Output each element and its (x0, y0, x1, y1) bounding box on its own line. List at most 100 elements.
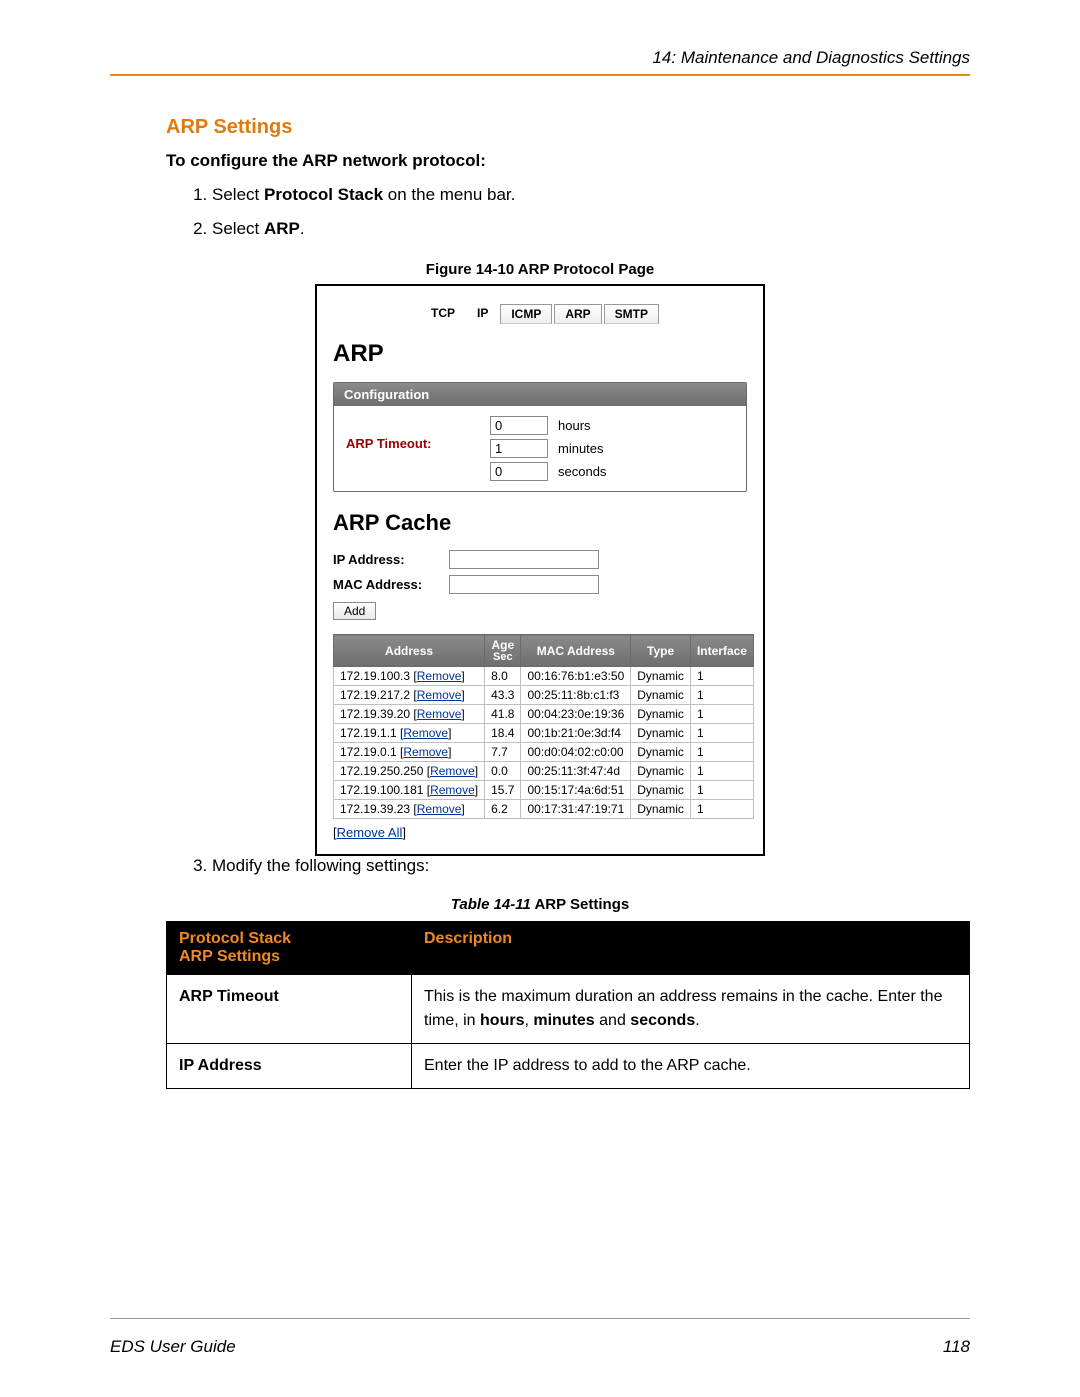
arp-timeout-minutes-input[interactable] (490, 439, 548, 458)
cell-age: 15.7 (485, 781, 521, 800)
arp-cache-title: ARP Cache (333, 510, 747, 536)
section-title: ARP Settings (166, 116, 970, 139)
cell-type: Dynamic (631, 781, 691, 800)
table-row: ARP TimeoutThis is the maximum duration … (167, 975, 970, 1044)
mac-address-input[interactable] (449, 575, 599, 594)
arp-timeout-seconds-input[interactable] (490, 462, 548, 481)
cell-address: 172.19.100.3 [Remove] (334, 667, 485, 686)
remove-link[interactable]: Remove (417, 707, 462, 721)
setting-description: Enter the IP address to add to the ARP c… (412, 1044, 970, 1089)
mac-address-label: MAC Address: (333, 577, 443, 592)
setting-name: IP Address (167, 1044, 412, 1089)
table-row: 172.19.250.250 [Remove]0.000:25:11:3f:47… (334, 762, 754, 781)
remove-link[interactable]: Remove (417, 802, 462, 816)
cell-interface: 1 (690, 686, 753, 705)
cell-type: Dynamic (631, 743, 691, 762)
cell-mac: 00:d0:04:02:c0:00 (521, 743, 631, 762)
seconds-label: seconds (558, 464, 606, 479)
cell-address: 172.19.217.2 [Remove] (334, 686, 485, 705)
remove-link[interactable]: Remove (430, 783, 475, 797)
minutes-label: minutes (558, 441, 604, 456)
cell-age: 18.4 (485, 724, 521, 743)
cell-mac: 00:15:17:4a:6d:51 (521, 781, 631, 800)
cell-type: Dynamic (631, 705, 691, 724)
tab-tcp[interactable]: TCP (421, 304, 465, 324)
remove-link[interactable]: Remove (430, 764, 475, 778)
col-type: Type (631, 635, 691, 667)
remove-link[interactable]: Remove (417, 688, 462, 702)
table-row: IP AddressEnter the IP address to add to… (167, 1044, 970, 1089)
tab-smtp[interactable]: SMTP (604, 304, 659, 324)
col-address: Address (334, 635, 485, 667)
cell-address: 172.19.1.1 [Remove] (334, 724, 485, 743)
add-button[interactable]: Add (333, 602, 376, 620)
cell-type: Dynamic (631, 686, 691, 705)
cell-age: 7.7 (485, 743, 521, 762)
cell-mac: 00:04:23:0e:19:36 (521, 705, 631, 724)
step-1: Select Protocol Stack on the menu bar. (212, 185, 970, 205)
tab-arp[interactable]: ARP (554, 304, 601, 324)
cell-interface: 1 (690, 781, 753, 800)
cell-type: Dynamic (631, 724, 691, 743)
remove-link[interactable]: Remove (403, 745, 448, 759)
header-rule (110, 74, 970, 76)
arp-screenshot: TCP IP ICMP ARP SMTP ARP Configuration A… (315, 284, 765, 856)
cell-age: 6.2 (485, 800, 521, 819)
configuration-header: Configuration (334, 383, 746, 406)
steps-list-continued: Modify the following settings: (186, 856, 970, 876)
cell-age: 41.8 (485, 705, 521, 724)
table-row: 172.19.100.3 [Remove]8.000:16:76:b1:e3:5… (334, 667, 754, 686)
cell-type: Dynamic (631, 800, 691, 819)
table-row: 172.19.39.23 [Remove]6.200:17:31:47:19:7… (334, 800, 754, 819)
cell-type: Dynamic (631, 762, 691, 781)
cell-type: Dynamic (631, 667, 691, 686)
remove-link[interactable]: Remove (417, 669, 462, 683)
col-mac: MAC Address (521, 635, 631, 667)
cell-interface: 1 (690, 800, 753, 819)
arp-cache-table: Address AgeSec MAC Address Type Interfac… (333, 634, 754, 819)
cell-mac: 00:25:11:8b:c1:f3 (521, 686, 631, 705)
col-interface: Interface (690, 635, 753, 667)
tab-icmp[interactable]: ICMP (500, 304, 552, 324)
settings-head-left: Protocol Stack ARP Settings (167, 922, 412, 975)
table-row: 172.19.100.181 [Remove]15.700:15:17:4a:6… (334, 781, 754, 800)
configuration-box: Configuration ARP Timeout: hours minutes… (333, 382, 747, 492)
cell-age: 0.0 (485, 762, 521, 781)
cell-interface: 1 (690, 724, 753, 743)
cell-age: 8.0 (485, 667, 521, 686)
table-row: 172.19.0.1 [Remove]7.700:d0:04:02:c0:00D… (334, 743, 754, 762)
cell-interface: 1 (690, 762, 753, 781)
arp-settings-table: Protocol Stack ARP Settings Description … (166, 921, 970, 1089)
settings-head-right: Description (412, 922, 970, 975)
protocol-tabs: TCP IP ICMP ARP SMTP (333, 304, 747, 324)
section-subhead: To configure the ARP network protocol: (166, 151, 970, 171)
step-3: Modify the following settings: (212, 856, 970, 876)
footer-rule (110, 1318, 970, 1319)
footer-right: 118 (943, 1337, 970, 1357)
cell-address: 172.19.39.20 [Remove] (334, 705, 485, 724)
table-row: 172.19.217.2 [Remove]43.300:25:11:8b:c1:… (334, 686, 754, 705)
arp-timeout-hours-input[interactable] (490, 416, 548, 435)
cell-address: 172.19.250.250 [Remove] (334, 762, 485, 781)
cell-address: 172.19.39.23 [Remove] (334, 800, 485, 819)
remove-link[interactable]: Remove (403, 726, 448, 740)
cell-mac: 00:25:11:3f:47:4d (521, 762, 631, 781)
table-caption: Table 14-11 ARP Settings (110, 896, 970, 913)
setting-description: This is the maximum duration an address … (412, 975, 970, 1044)
chapter-header: 14: Maintenance and Diagnostics Settings (110, 48, 970, 74)
remove-all-link[interactable]: Remove All (337, 825, 403, 840)
cell-interface: 1 (690, 667, 753, 686)
cell-interface: 1 (690, 705, 753, 724)
arp-timeout-label: ARP Timeout: (346, 416, 466, 451)
cell-interface: 1 (690, 743, 753, 762)
table-row: 172.19.1.1 [Remove]18.400:1b:21:0e:3d:f4… (334, 724, 754, 743)
hours-label: hours (558, 418, 591, 433)
footer-left: EDS User Guide (110, 1337, 236, 1357)
cell-mac: 00:1b:21:0e:3d:f4 (521, 724, 631, 743)
ip-address-input[interactable] (449, 550, 599, 569)
col-age: AgeSec (485, 635, 521, 667)
tab-ip[interactable]: IP (467, 304, 498, 324)
panel-title: ARP (333, 340, 747, 368)
steps-list: Select Protocol Stack on the menu bar. S… (186, 185, 970, 239)
cell-mac: 00:16:76:b1:e3:50 (521, 667, 631, 686)
